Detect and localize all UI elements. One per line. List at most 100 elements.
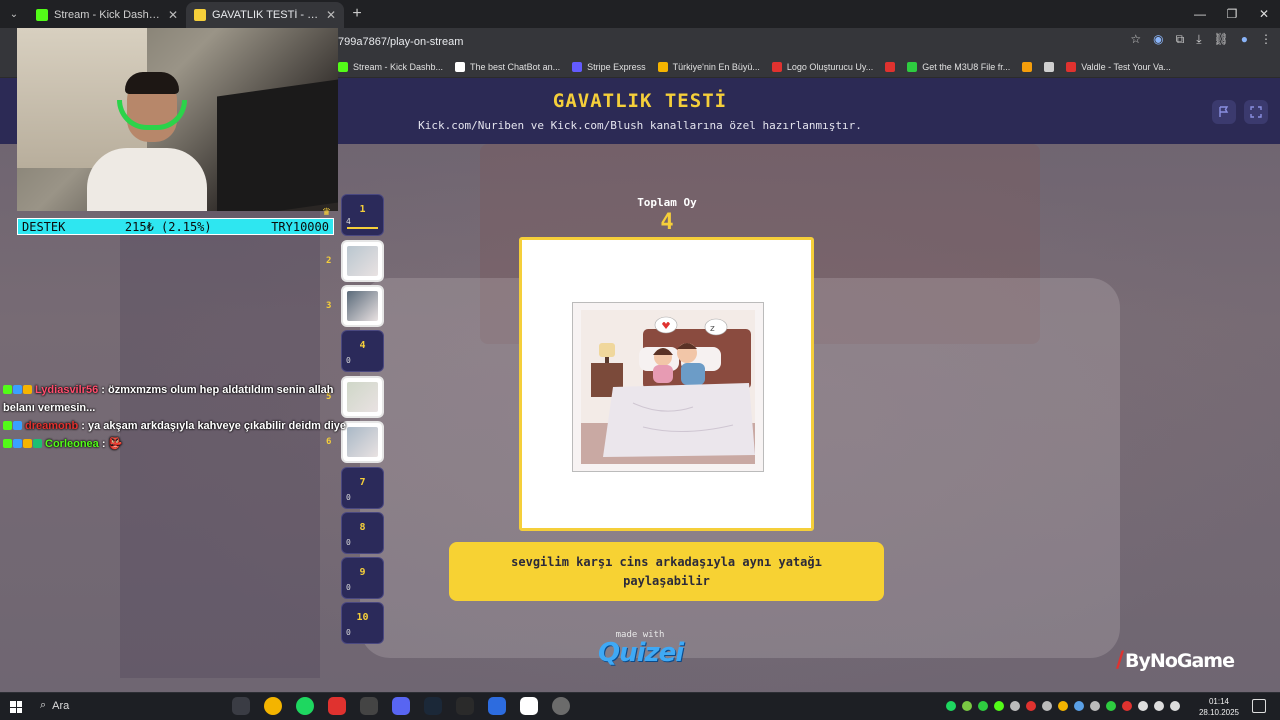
chat-username[interactable]: dreamonb bbox=[25, 420, 78, 432]
question-vote-count: 0 bbox=[346, 493, 351, 502]
steam-icon[interactable] bbox=[424, 697, 442, 715]
chat-message: dreamonb : ya akşam arkdaşıyla kahveye ç… bbox=[3, 417, 348, 435]
chat-username[interactable]: Lydiasvilr56 bbox=[35, 384, 98, 396]
menu-icon[interactable]: ⋮ bbox=[1260, 32, 1272, 47]
taskbar-clock[interactable]: 01:14 28.10.2025 bbox=[1196, 696, 1242, 718]
question-nav-item-8[interactable]: 80 bbox=[341, 512, 384, 554]
chat-badge-icon bbox=[33, 439, 42, 448]
kick-favicon-icon bbox=[36, 9, 48, 21]
epic-games-icon[interactable] bbox=[456, 697, 474, 715]
minimize-icon[interactable]: — bbox=[1184, 7, 1216, 21]
chat-overlay: Lydiasvilr56 : özmxmzms olum hep aldatıl… bbox=[3, 381, 348, 453]
app-icon[interactable] bbox=[328, 697, 346, 715]
tray-icon[interactable] bbox=[994, 701, 1004, 711]
question-nav-item-10[interactable]: 10 0 bbox=[341, 602, 384, 644]
capcut-icon[interactable] bbox=[520, 697, 538, 715]
bookmark-item[interactable]: Valdle - Test Your Va... bbox=[1066, 62, 1171, 72]
question-nav-item-3[interactable] bbox=[341, 285, 384, 327]
bookmark-label: Stripe Express bbox=[587, 62, 646, 72]
tray-icon[interactable] bbox=[1074, 701, 1084, 711]
fullscreen-button[interactable] bbox=[1244, 100, 1268, 124]
network-icon[interactable] bbox=[1138, 701, 1148, 711]
tab-kick-dashboard[interactable]: Stream - Kick Dashboard ✕ bbox=[28, 2, 186, 28]
tray-icon[interactable] bbox=[1026, 701, 1036, 711]
tray-icon[interactable] bbox=[946, 701, 956, 711]
question-number: 8 bbox=[359, 522, 366, 533]
question-thumbnail bbox=[347, 291, 378, 321]
tray-icon[interactable] bbox=[1058, 701, 1068, 711]
chat-badge-icon bbox=[13, 421, 22, 430]
notification-icon[interactable] bbox=[1252, 699, 1266, 713]
tray-icon[interactable] bbox=[1010, 701, 1020, 711]
extensions-icon[interactable]: ⧉ bbox=[1176, 32, 1185, 47]
app-icon[interactable] bbox=[488, 697, 506, 715]
question-number: 4 bbox=[359, 340, 366, 351]
flag-icon bbox=[1219, 106, 1229, 117]
quizei-logo[interactable]: Quizei bbox=[598, 638, 684, 670]
tray-icon[interactable] bbox=[1042, 701, 1052, 711]
new-tab-button[interactable]: + bbox=[344, 5, 370, 23]
tab-quizei[interactable]: GAVATLIK TESTİ - Quizei ✕ bbox=[186, 2, 344, 28]
taskbar-search[interactable]: ⌕ Ara bbox=[40, 699, 69, 712]
chrome-icon[interactable] bbox=[264, 697, 282, 715]
tray-icon[interactable] bbox=[1122, 701, 1132, 711]
streamer bbox=[87, 148, 207, 211]
question-nav-item-4[interactable]: 40 bbox=[341, 330, 384, 372]
question-number: 3 bbox=[326, 301, 332, 311]
tray-icon[interactable] bbox=[978, 701, 988, 711]
obs-icon[interactable] bbox=[552, 697, 570, 715]
download-icon[interactable]: ⤓ bbox=[1196, 32, 1201, 47]
speaker-icon[interactable] bbox=[1170, 701, 1180, 711]
cast-icon[interactable]: ◉ bbox=[1153, 32, 1163, 47]
task-view-icon[interactable] bbox=[232, 697, 250, 715]
close-window-icon[interactable]: ✕ bbox=[1248, 7, 1280, 21]
tab-title: GAVATLIK TESTİ - Quizei bbox=[212, 9, 320, 21]
bookmark-favicon-icon bbox=[657, 62, 668, 72]
address-bar[interactable]: 799a7867/play-on-stream bbox=[338, 32, 1098, 52]
bookmark-item[interactable]: Stripe Express bbox=[572, 62, 646, 72]
app-icon[interactable] bbox=[360, 697, 378, 715]
tray-icon[interactable] bbox=[1106, 701, 1116, 711]
chat-message: Lydiasvilr56 : özmxmzms olum hep aldatıl… bbox=[3, 381, 348, 417]
close-tab-icon[interactable]: ✕ bbox=[326, 8, 336, 22]
start-button[interactable] bbox=[10, 701, 22, 713]
tray-icon[interactable] bbox=[962, 701, 972, 711]
chat-badge-icon bbox=[23, 385, 32, 394]
bookmark-item[interactable]: The best ChatBot an... bbox=[455, 62, 560, 72]
question-nav-item-2[interactable] bbox=[341, 240, 384, 282]
bookmark-item[interactable] bbox=[1022, 62, 1033, 72]
flag-button[interactable] bbox=[1212, 100, 1236, 124]
bookmark-item[interactable]: Stream - Kick Dashb... bbox=[338, 62, 443, 72]
chat-text: : 👺 bbox=[101, 438, 123, 450]
question-vote-count: 0 bbox=[346, 356, 351, 365]
bookmark-favicon-icon bbox=[338, 62, 348, 72]
microphone-icon[interactable] bbox=[1154, 701, 1164, 711]
restore-icon[interactable]: ❐ bbox=[1216, 7, 1248, 21]
question-nav-item-7[interactable]: 70 bbox=[341, 467, 384, 509]
question-nav-item-1[interactable]: 14 bbox=[341, 194, 384, 236]
bookmark-item[interactable] bbox=[1044, 62, 1055, 72]
question-nav-item-9[interactable]: 90 bbox=[341, 557, 384, 599]
bookmark-item[interactable]: Get the M3U8 File fr... bbox=[907, 62, 1010, 72]
link-icon[interactable]: ⛓ bbox=[1214, 32, 1229, 47]
bookmark-item[interactable] bbox=[885, 62, 896, 72]
close-tab-icon[interactable]: ✕ bbox=[168, 8, 178, 22]
answer-statement: sevgilim karşı cins arkadaşıyla aynı yat… bbox=[449, 542, 884, 601]
spotify-icon[interactable] bbox=[296, 697, 314, 715]
tray-icon[interactable] bbox=[1090, 701, 1100, 711]
question-number: 9 bbox=[359, 567, 366, 578]
bookmark-item[interactable]: Türkiye'nin En Büyü... bbox=[657, 62, 760, 72]
bookmark-label: Get the M3U8 File fr... bbox=[922, 62, 1011, 72]
chat-username[interactable]: Corleonea bbox=[45, 438, 99, 450]
question-image: z bbox=[572, 302, 764, 472]
browser-tab-bar: ⌄ Stream - Kick Dashboard ✕ GAVATLIK TES… bbox=[0, 0, 1280, 28]
donation-goal-bar: DESTEK 215₺ (2.15%) TRY10000 bbox=[17, 218, 334, 235]
question-number: 1 bbox=[359, 204, 366, 215]
bookmark-item[interactable]: Logo Oluşturucu Uy... bbox=[771, 62, 873, 72]
bookmark-favicon-icon bbox=[1066, 62, 1077, 72]
profile-avatar[interactable]: ● bbox=[1241, 32, 1248, 47]
chat-badge-icon bbox=[23, 439, 32, 448]
bookmark-star-icon[interactable]: ☆ bbox=[1130, 32, 1141, 47]
discord-icon[interactable] bbox=[392, 697, 410, 715]
tab-search-icon[interactable]: ⌄ bbox=[0, 0, 28, 28]
